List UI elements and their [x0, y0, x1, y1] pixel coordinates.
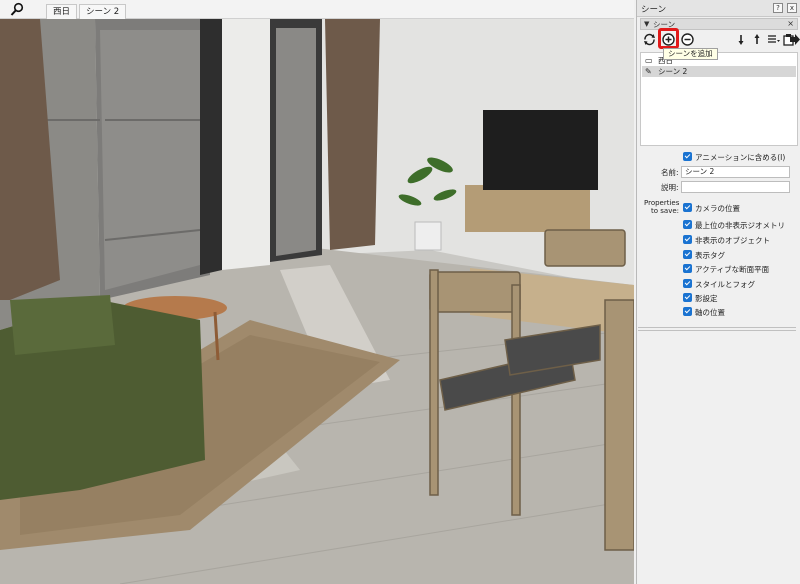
scene-name: シーン 2	[658, 67, 688, 76]
remove-scene-icon[interactable]	[680, 32, 695, 47]
curtain-right	[325, 19, 380, 250]
hidden-objects-checkbox[interactable]	[683, 235, 692, 244]
visible-tags-checkbox[interactable]	[683, 250, 692, 259]
property-label: 影設定	[695, 294, 718, 303]
move-scene-up-icon[interactable]	[750, 32, 765, 47]
include-animation-label: アニメーションに含める(I)	[695, 153, 786, 162]
scene-name-input[interactable]: シーン 2	[681, 166, 790, 178]
panel-divider	[638, 327, 796, 331]
search-icon[interactable]	[9, 2, 25, 18]
scene-list: ▭ 西日 ✎ シーン 2	[640, 52, 798, 146]
refresh-scene-icon[interactable]	[642, 32, 657, 47]
scene-description-input[interactable]	[681, 181, 790, 193]
property-label: カメラの位置	[695, 204, 740, 213]
tab-nishibi[interactable]: 西日	[46, 4, 78, 19]
properties-label-line1: Properties	[644, 199, 680, 207]
view-options-icon[interactable]	[766, 32, 781, 47]
sliding-door-glass	[100, 30, 200, 290]
property-label: 非表示のオブジェクト	[695, 236, 770, 245]
add-scene-tooltip: シーンを追加	[663, 48, 718, 60]
collapse-triangle-icon[interactable]: ▼	[644, 20, 649, 28]
tab-scene-2[interactable]: シーン 2	[79, 4, 127, 19]
property-label: アクティブな断面平面	[695, 265, 770, 274]
model-viewport[interactable]	[0, 19, 634, 584]
scene-tab-bar: 西日 シーン 2	[0, 0, 634, 19]
shadow-settings-checkbox[interactable]	[683, 293, 692, 302]
style-and-fog-checkbox[interactable]	[683, 279, 692, 288]
plant-pot	[414, 221, 442, 251]
highlight-box	[658, 28, 679, 49]
scenes-panel: シーン ? x ▼ シーン × ▭ 西日 ✎ シーン 2	[636, 0, 800, 584]
wall-pillar	[222, 19, 270, 270]
property-label: 最上位の非表示ジオメトリ	[695, 221, 785, 230]
axes-position-checkbox[interactable]	[683, 307, 692, 316]
section-close-icon[interactable]: ×	[787, 19, 794, 28]
panel-title: シーン	[641, 5, 667, 15]
description-label: 説明:	[661, 183, 679, 192]
tv	[483, 110, 598, 190]
property-label: 軸の位置	[695, 308, 725, 317]
panel-pin-button[interactable]: ?	[773, 3, 783, 13]
include-animation-checkbox[interactable]	[683, 152, 692, 161]
sliding-door-frame	[200, 19, 222, 275]
name-label: 名前:	[661, 168, 679, 177]
panel-title-bar: シーン ? x	[637, 0, 800, 17]
pencil-icon: ✎	[645, 67, 652, 76]
active-section-planes-checkbox[interactable]	[683, 264, 692, 273]
scene-thumbnail-icon: ▭	[645, 56, 653, 65]
details-arrow-icon[interactable]	[789, 32, 800, 47]
property-label: 表示タグ	[695, 251, 725, 260]
properties-label-line2: to save:	[651, 207, 679, 215]
scene-list-item-selected[interactable]: ✎ シーン 2	[642, 66, 796, 77]
property-label: スタイルとフォグ	[695, 280, 755, 289]
tv-stand	[465, 185, 590, 232]
panel-close-button[interactable]: x	[787, 3, 797, 13]
hidden-geometry-checkbox[interactable]	[683, 220, 692, 229]
camera-position-checkbox[interactable]	[683, 203, 692, 212]
move-scene-down-icon[interactable]	[735, 32, 750, 47]
scene-toolbar	[640, 28, 798, 49]
